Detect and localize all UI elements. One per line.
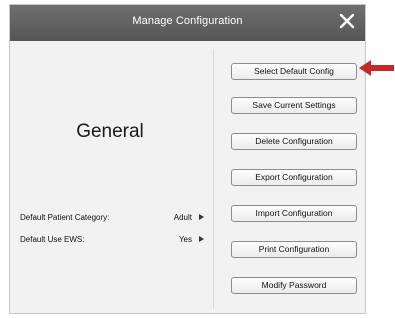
select-default-config-button[interactable]: Select Default Config — [231, 63, 357, 80]
manage-configuration-dialog: Manage Configuration General Default Pat… — [9, 4, 366, 314]
chevron-right-icon — [199, 214, 204, 220]
setting-value: Adult — [173, 213, 192, 222]
save-current-settings-button[interactable]: Save Current Settings — [231, 97, 357, 114]
general-pane: General Default Patient Category: Adult … — [10, 41, 210, 313]
import-configuration-button[interactable]: Import Configuration — [231, 205, 357, 222]
setting-default-use-ews[interactable]: Default Use EWS: Yes — [20, 233, 206, 247]
setting-value: Yes — [178, 235, 192, 244]
print-configuration-button[interactable]: Print Configuration — [231, 241, 357, 258]
delete-configuration-button[interactable]: Delete Configuration — [231, 133, 357, 150]
setting-label: Default Use EWS: — [20, 235, 85, 244]
setting-default-patient-category[interactable]: Default Patient Category: Adult — [20, 211, 206, 225]
setting-label: Default Patient Category: — [20, 213, 110, 222]
dialog-titlebar: Manage Configuration — [10, 5, 365, 41]
modify-password-button[interactable]: Modify Password — [231, 277, 357, 294]
dialog-title: Manage Configuration — [132, 15, 243, 27]
red-arrow-icon — [359, 60, 394, 76]
export-configuration-button[interactable]: Export Configuration — [231, 169, 357, 186]
pane-divider — [213, 49, 214, 309]
section-heading: General — [76, 121, 144, 142]
chevron-right-icon — [199, 236, 204, 242]
close-icon[interactable] — [337, 11, 357, 31]
